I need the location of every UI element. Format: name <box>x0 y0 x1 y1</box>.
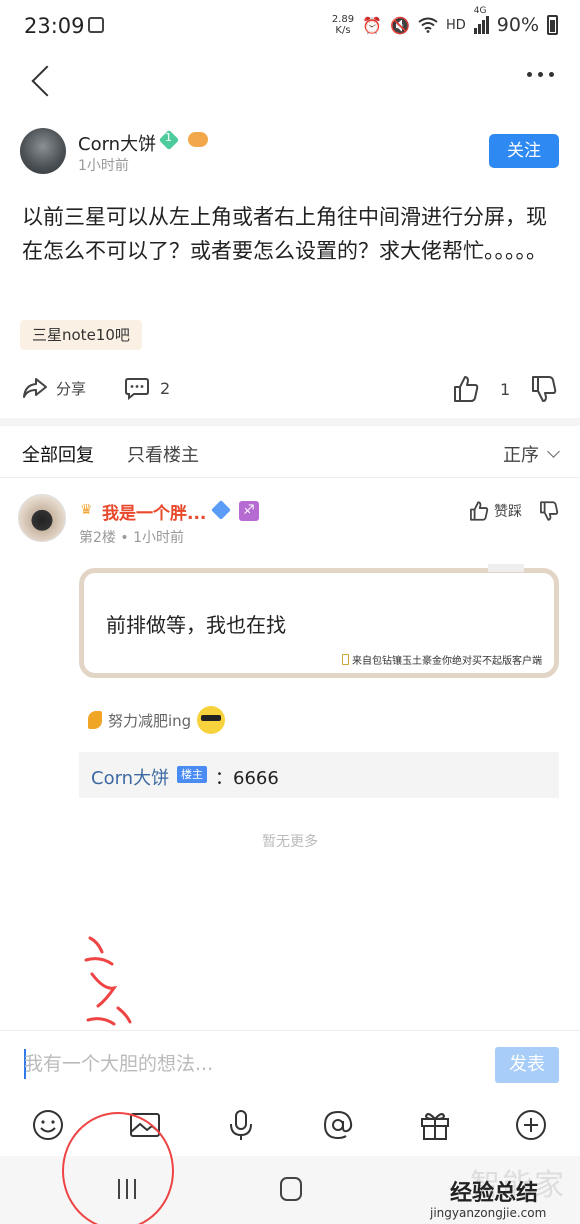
microphone-icon[interactable] <box>224 1108 258 1142</box>
share-label: 分享 <box>56 379 87 398</box>
reply-tabs: 全部回复 只看楼主 正序 <box>0 426 580 478</box>
hd-label: HD <box>445 17 466 33</box>
gift-icon[interactable] <box>418 1108 452 1142</box>
comment-button[interactable]: 2 <box>124 376 170 400</box>
reply-text: 前排做等，我也在找 <box>106 613 286 637</box>
crown-icon: ♛ <box>80 502 93 518</box>
forum-tag[interactable]: 三星note10吧 <box>20 320 142 350</box>
status-icons: 2.89 K/s ⏰ 🔇 HD 4G 90% <box>332 6 558 36</box>
share-icon <box>23 378 47 398</box>
level-number: 1 <box>165 131 172 144</box>
reply-time: 1小时前 <box>133 530 185 546</box>
clock: 23:09 <box>24 14 85 38</box>
reply-composer: 发表 <box>0 1030 580 1096</box>
signal-icon: 4G <box>473 6 489 34</box>
status-bar: 23:09 2.89 K/s ⏰ 🔇 HD 4G 90% <box>0 0 580 56</box>
alarm-icon: ⏰ <box>362 15 383 35</box>
gamepad-icon <box>188 132 208 147</box>
reply-bubble: 前排做等，我也在找 来自包钻镶玉土豪金你绝对买不起版客户端 <box>79 564 559 678</box>
phone-icon <box>342 654 349 665</box>
post-actions: 分享 2 1 <box>0 370 580 414</box>
comment-count: 2 <box>160 378 171 398</box>
post-content: 以前三星可以从左上角或者右上角往中间滑进行分屏，现在怎么不可以了？或者要怎么设置… <box>22 205 547 263</box>
sub-reply-author[interactable]: Corn大饼 <box>91 764 169 790</box>
network-speed: 2.89 K/s <box>332 14 354 36</box>
screenshot-icon <box>88 17 104 33</box>
sort-dropdown[interactable]: 正序 <box>503 441 560 467</box>
reply-avatar[interactable] <box>18 494 66 542</box>
meta-separator: • <box>120 530 134 546</box>
tab-all-replies[interactable]: 全部回复 <box>22 441 94 467</box>
wifi-icon <box>418 17 438 33</box>
client-source-text: 来自包钻镶玉土豪金你绝对买不起版客户端 <box>352 656 542 667</box>
mention-icon[interactable] <box>321 1108 355 1142</box>
diamond-badge-icon <box>211 500 231 520</box>
back-button[interactable] <box>30 64 56 98</box>
follow-button[interactable]: 关注 <box>489 134 559 168</box>
thumbs-up-icon <box>470 501 489 521</box>
dot-icon <box>538 72 543 77</box>
thumbs-up-icon[interactable] <box>452 374 480 404</box>
section-divider <box>0 418 580 426</box>
thumbs-down-icon[interactable] <box>538 500 560 522</box>
signature-icon <box>88 711 102 729</box>
send-button[interactable]: 发表 <box>495 1047 559 1083</box>
sort-label: 正序 <box>503 445 539 466</box>
tab-op-only[interactable]: 只看楼主 <box>127 441 199 467</box>
post-time: 1小时前 <box>78 158 129 174</box>
reply-author-name[interactable]: 我是一个胖... <box>102 499 206 524</box>
sub-reply-text: ：6666 <box>215 768 279 789</box>
watermark-title: 经验总结 <box>450 1181 539 1206</box>
client-source: 来自包钻镶玉土豪金你绝对买不起版客户端 <box>342 652 542 667</box>
home-button[interactable] <box>280 1177 302 1201</box>
speed-value: 2.89 <box>331 14 355 25</box>
annotation-circle <box>62 1112 174 1224</box>
signature-text: 努力减肥ing <box>108 711 192 730</box>
no-more-label: 暂无更多 <box>262 834 318 850</box>
reply-input[interactable] <box>24 1047 474 1081</box>
author-name[interactable]: Corn大饼 <box>78 130 156 156</box>
battery-icon <box>547 15 558 35</box>
op-badge: 楼主 <box>177 766 207 783</box>
dot-icon <box>527 72 532 77</box>
dot-icon <box>549 72 554 77</box>
comment-icon <box>125 378 149 400</box>
annotation-scribble <box>84 936 132 1026</box>
share-button[interactable]: 分享 <box>22 376 86 400</box>
chevron-down-icon <box>547 445 560 458</box>
more-options-button[interactable] <box>527 72 554 77</box>
like-count: 1 <box>500 380 511 399</box>
plus-icon[interactable] <box>514 1108 548 1142</box>
reply-meta: 第2楼 • 1小时前 <box>79 527 184 547</box>
emoji-icon[interactable] <box>31 1108 65 1142</box>
sunglasses-emoji-icon <box>197 706 226 734</box>
battery-percent: 90% <box>496 14 539 36</box>
author-avatar[interactable] <box>20 128 66 174</box>
speed-unit: K/s <box>335 25 351 36</box>
user-signature: 努力减肥ing <box>88 706 226 734</box>
reply-floor: 第2楼 <box>79 530 116 546</box>
reply-like-button[interactable]: 赞踩 <box>468 500 522 522</box>
sub-reply[interactable]: Corn大饼 楼主 ：6666 <box>79 752 559 798</box>
top-nav <box>0 56 580 108</box>
signal-label: 4G <box>473 6 487 16</box>
bubble-decoration <box>488 564 524 572</box>
post-detail-screen: 23:09 2.89 K/s ⏰ 🔇 HD 4G 90% Corn大饼 1 1小… <box>0 0 580 1224</box>
mute-icon: 🔇 <box>390 15 410 35</box>
reply-like-label: 赞踩 <box>494 504 522 520</box>
thumbs-down-icon[interactable] <box>530 374 558 404</box>
zodiac-icon: ♐ <box>239 501 259 521</box>
watermark-url: jingyanzongjie.com <box>430 1206 547 1220</box>
